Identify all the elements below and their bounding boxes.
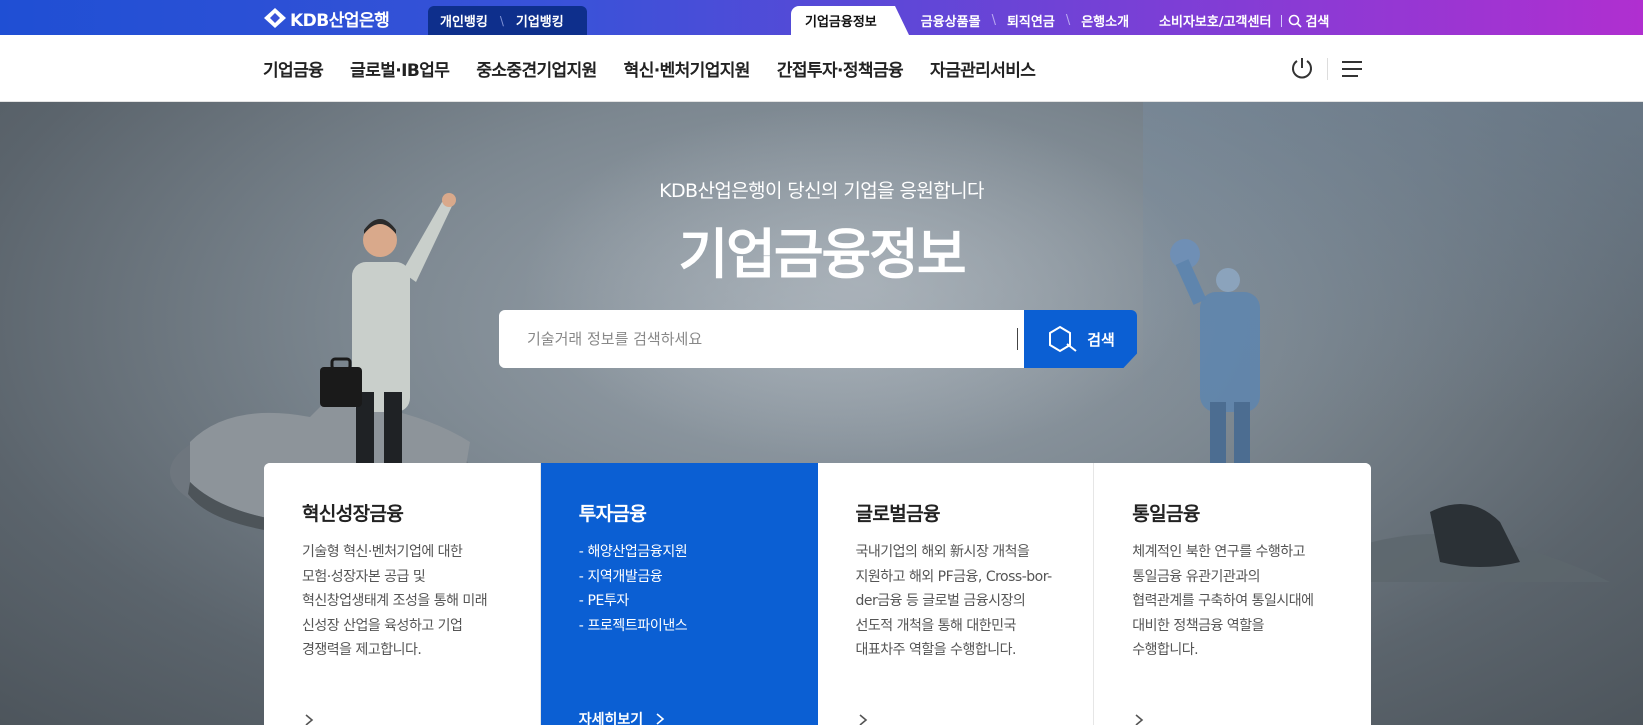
card-description: 국내기업의 해외 新시장 개척을 지원하고 해외 PF금융, Cross-bor… xyxy=(855,544,1053,658)
top-nav: 기업금융정보 금융상품몰 \ 퇴직연금 \ 은행소개 소비자보호/고객센터 검색 xyxy=(791,6,1329,35)
banking-switch: 개인뱅킹 \ 기업뱅킹 xyxy=(428,6,587,35)
nav-indirect-investment[interactable]: 간접투자·정책금융 xyxy=(777,56,904,81)
list-item[interactable]: - 지역개발금융 xyxy=(579,565,780,590)
card-description: 체계적인 북한 연구를 수행하고 통일금융 유관기관과의 협력관계를 구축하여 … xyxy=(1132,544,1314,658)
divider xyxy=(1327,58,1328,80)
corporate-banking-link[interactable]: 기업뱅킹 xyxy=(504,11,576,30)
chevron-right-icon[interactable] xyxy=(1134,713,1144,725)
card-description: 기술형 혁신·벤처기업에 대한 모험·성장자본 공급 및 혁신창업생태계 조성을… xyxy=(302,544,488,658)
personal-banking-link[interactable]: 개인뱅킹 xyxy=(428,11,500,30)
card-title: 투자금융 xyxy=(578,503,647,525)
tab-corporate-finance-info[interactable]: 기업금융정보 xyxy=(791,6,909,35)
search-bar: 검색 xyxy=(499,310,1137,368)
top-bar: KDB산업은행 개인뱅킹 \ 기업뱅킹 기업금융정보 금융상품몰 \ 퇴직연금 … xyxy=(0,0,1643,35)
text-caret xyxy=(1017,328,1018,350)
nav-corporate-finance[interactable]: 기업금융 xyxy=(263,56,324,81)
card-title: 글로벌금융 xyxy=(855,503,941,525)
card-innovation-growth-finance[interactable]: 혁신성장금융 기술형 혁신·벤처기업에 대한 모험·성장자본 공급 및 혁신창업… xyxy=(264,463,541,725)
nav-global-ib[interactable]: 글로벌·IB업무 xyxy=(350,56,450,81)
search-button[interactable]: 검색 xyxy=(1024,310,1137,368)
customer-center-link[interactable]: 소비자보호/고객센터 xyxy=(1151,11,1279,30)
card-item-list: - 해양산업금융지원 - 지역개발금융 - PE투자 - 프로젝트파이낸스 xyxy=(579,540,780,638)
chevron-right-icon xyxy=(656,713,665,725)
list-item[interactable]: - 프로젝트파이낸스 xyxy=(579,614,780,639)
list-item[interactable]: - PE투자 xyxy=(579,589,780,614)
power-icon[interactable] xyxy=(1290,56,1314,82)
nav-icons xyxy=(1290,54,1363,84)
card-title: 통일금융 xyxy=(1132,503,1200,525)
nav-innovation-venture[interactable]: 혁신·벤처기업지원 xyxy=(624,56,751,81)
card-investment-finance[interactable]: 투자금융 - 해양산업금융지원 - 지역개발금융 - PE투자 - 프로젝트파이… xyxy=(540,463,818,725)
kdb-logo-icon xyxy=(264,8,286,28)
logo-text: KDB산업은행 xyxy=(290,10,390,31)
bank-intro-link[interactable]: 은행소개 xyxy=(1073,11,1137,30)
view-more-link[interactable]: 자세히보기 xyxy=(579,709,667,725)
card-global-finance[interactable]: 글로벌금융 국내기업의 해외 新시장 개척을 지원하고 해외 PF금융, Cro… xyxy=(817,463,1095,725)
view-more-label: 자세히보기 xyxy=(578,712,644,725)
financial-products-link[interactable]: 금융상품몰 xyxy=(913,11,989,30)
card-unification-finance[interactable]: 통일금융 체계적인 북한 연구를 수행하고 통일금융 유관기관과의 협력관계를 … xyxy=(1094,463,1371,725)
top-search-button[interactable]: 검색 xyxy=(1288,11,1329,30)
main-nav: 기업금융 글로벌·IB업무 중소중견기업지원 혁신·벤처기업지원 간접투자·정책… xyxy=(0,35,1643,102)
search-button-label: 검색 xyxy=(1087,330,1115,349)
hero-subtitle: KDB산업은행이 당신의 기업을 응원합니다 xyxy=(659,180,984,202)
kdb-logo[interactable]: KDB산업은행 xyxy=(263,7,390,31)
nav-sme-support[interactable]: 중소중견기업지원 xyxy=(476,56,597,81)
chevron-right-icon[interactable] xyxy=(858,713,868,725)
hero-banner: KDB산업은행이 당신의 기업을 응원합니다 기업금융정보 검색 혁신성장금융 … xyxy=(0,102,1643,725)
hero-title: 기업금융정보 xyxy=(678,223,966,286)
separator: \ xyxy=(991,13,996,28)
nav-cash-management[interactable]: 자금관리서비스 xyxy=(930,56,1036,81)
card-title: 혁신성장금융 xyxy=(302,503,404,525)
chevron-right-icon[interactable] xyxy=(304,713,314,725)
menu-icon[interactable] xyxy=(1341,60,1363,78)
divider xyxy=(1281,14,1283,27)
search-icon xyxy=(1289,14,1303,28)
separator: \ xyxy=(1065,13,1071,28)
retirement-pension-link[interactable]: 퇴직연금 xyxy=(999,11,1063,30)
service-cards: 혁신성장금융 기술형 혁신·벤처기업에 대한 모험·성장자본 공급 및 혁신창업… xyxy=(264,463,1371,725)
search-icon xyxy=(1049,325,1077,353)
search-input[interactable] xyxy=(499,310,1024,368)
list-item[interactable]: - 해양산업금융지원 xyxy=(579,540,780,565)
search-label: 검색 xyxy=(1305,15,1330,30)
